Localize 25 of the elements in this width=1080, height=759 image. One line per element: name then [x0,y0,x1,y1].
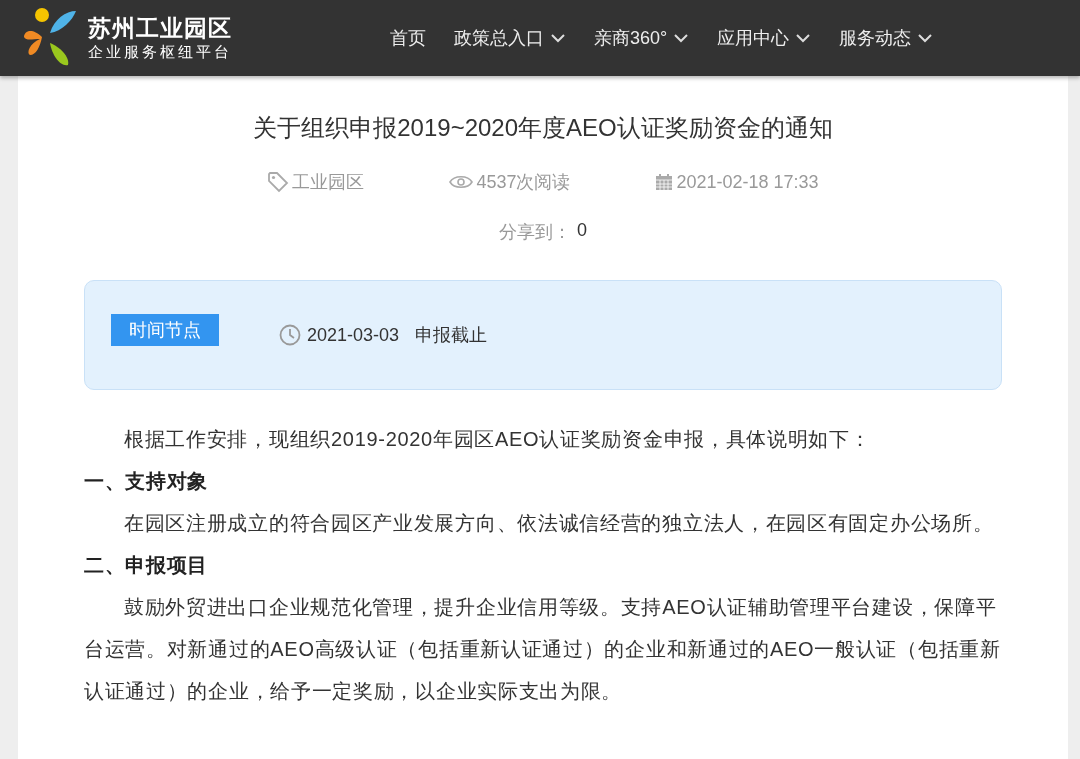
nav-link[interactable]: 服务动态 [839,26,934,50]
clock-icon [279,324,301,346]
body-paragraph: 根据工作安排，现组织2019-2020年园区AEO认证奖励资金申报，具体说明如下： [123,427,872,452]
calendar-icon [655,173,674,191]
deadline-date: 2021-03-03 [307,324,400,346]
nav-link[interactable]: 应用中心 [717,26,812,50]
tag-label: 工业园区 [292,171,365,194]
nav-link[interactable]: 首页 [390,26,426,50]
timeline-badge: 时间节点 [111,314,219,346]
section-heading: 一、支持对象 [84,469,210,494]
view-count: 4537次阅读 [476,171,571,194]
share-label: 分享到： [499,221,571,244]
logo-subtitle: 企业服务枢纽平台 [88,42,232,62]
section-heading: 二、申报项目 [84,553,210,578]
body-paragraph: 在园区注册成立的符合园区产业发展方向、依法诚信经营的独立法人，在园区有固定办公场所。 [123,511,995,536]
tag-icon [267,171,290,193]
eye-icon [449,174,474,190]
deadline-event: 申报截止 [415,324,488,347]
share-count: 0 [577,220,587,242]
body-paragraph: 鼓励外贸进出口企业规范化管理，提升企业信用等级。支持AEO认证辅助管理平台建设，保障平台运营。对新通过的AEO高级认证（包括重新认证通过）的企业和新通过的AEO一般认证（包括重新认证通过）的企业，给予一定奖励，以企业实际支出为限。 [84,595,1002,704]
publish-date: 2021-02-18 17:33 [676,171,819,193]
nav-link[interactable]: 亲商360° [594,26,690,50]
nav-link[interactable]: 政策总入口 [454,26,566,50]
article-title: 关于组织申报2019~2020年度AEO认证奖励资金的通知 [252,113,834,143]
logo-title: 苏州工业园区 [88,14,232,42]
